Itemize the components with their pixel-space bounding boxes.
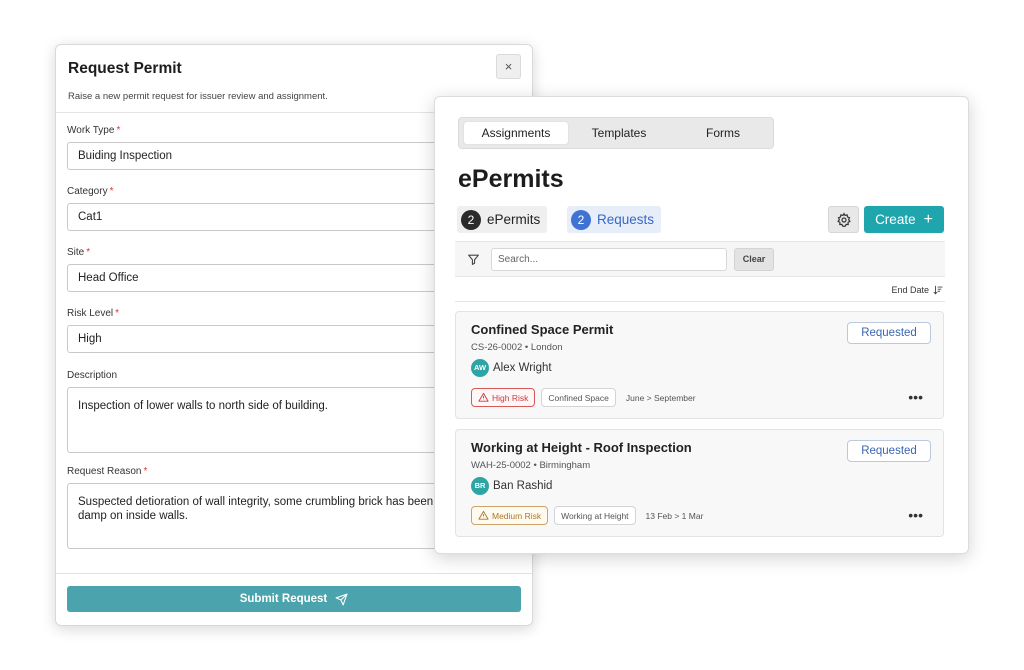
required-marker: * xyxy=(109,186,114,197)
assignee-name: Ban Rashid xyxy=(493,480,553,492)
avatar: AW xyxy=(471,359,489,377)
plus-icon: + xyxy=(923,210,933,228)
required-marker: * xyxy=(86,247,91,258)
required-marker: * xyxy=(115,308,120,319)
sort-descending-icon xyxy=(933,285,943,295)
category-tag: Confined Space xyxy=(541,388,616,407)
epermits-filter-chip[interactable]: 2 ePermits xyxy=(457,206,548,233)
risk-label: Medium Risk xyxy=(492,510,542,521)
sort-end-date-button[interactable]: End Date xyxy=(891,285,943,295)
tab-forms[interactable]: Forms xyxy=(671,122,775,144)
assignee: AW Alex Wright xyxy=(471,359,552,377)
settings-button[interactable] xyxy=(828,206,859,233)
permit-title: Working at Height - Roof Inspection xyxy=(471,440,692,455)
permit-tags: High Risk Confined Space June > Septembe… xyxy=(471,388,696,407)
tab-templates[interactable]: Templates xyxy=(567,122,671,144)
permit-card[interactable]: Working at Height - Roof Inspection WAH-… xyxy=(455,429,944,537)
search-input[interactable] xyxy=(491,248,727,271)
permit-card[interactable]: Confined Space Permit CS-26-0002 • Londo… xyxy=(455,311,944,419)
avatar: BR xyxy=(471,477,489,495)
filter-icon[interactable] xyxy=(467,253,480,266)
epermits-chip-label: ePermits xyxy=(487,212,541,227)
tab-bar: Assignments Templates Forms xyxy=(458,117,774,149)
modal-footer: Submit Request xyxy=(56,573,532,625)
category-tag: Working at Height xyxy=(554,506,636,525)
permit-reference: CS-26-0002 • London xyxy=(471,342,563,353)
page-title: ePermits xyxy=(458,165,564,193)
more-horizontal-icon: ••• xyxy=(908,507,923,523)
risk-tag: High Risk xyxy=(471,388,536,407)
gear-icon xyxy=(836,211,851,227)
create-label: Create xyxy=(875,212,916,227)
requests-filter-chip[interactable]: 2 Requests xyxy=(567,206,662,233)
permit-reference: WAH-25-0002 • Birmingham xyxy=(471,460,591,471)
assignee-name: Alex Wright xyxy=(493,362,552,374)
description-label: Description xyxy=(67,370,118,381)
request-reason-label: Request Reason * xyxy=(67,466,148,477)
site-label: Site * xyxy=(67,247,91,258)
sort-label: End Date xyxy=(891,285,929,295)
risk-level-label: Risk Level * xyxy=(67,308,120,319)
permit-tags: Medium Risk Working at Height 13 Feb > 1… xyxy=(471,506,703,525)
risk-tag: Medium Risk xyxy=(471,506,549,525)
close-button[interactable]: × xyxy=(496,54,521,79)
requests-chip-label: Requests xyxy=(597,212,655,227)
required-marker: * xyxy=(143,466,148,477)
status-badge: Requested xyxy=(847,440,931,462)
tab-assignments[interactable]: Assignments xyxy=(464,122,568,144)
required-marker: * xyxy=(116,125,121,136)
category-label: Category * xyxy=(67,186,114,197)
submit-label: Submit Request xyxy=(239,593,328,605)
date-range: 13 Feb > 1 Mar xyxy=(645,510,704,521)
more-options-button[interactable]: ••• xyxy=(908,389,923,405)
date-range: June > September xyxy=(625,392,696,403)
requests-count-badge: 2 xyxy=(571,209,591,230)
assignee: BR Ban Rashid xyxy=(471,477,552,495)
warning-triangle-icon xyxy=(478,510,489,520)
work-type-label: Work Type * xyxy=(67,125,121,136)
create-button[interactable]: Create + xyxy=(864,206,944,233)
clear-button[interactable]: Clear xyxy=(734,248,774,271)
permit-title: Confined Space Permit xyxy=(471,322,614,337)
more-horizontal-icon: ••• xyxy=(908,389,923,405)
epermits-count-badge: 2 xyxy=(461,209,481,230)
more-options-button[interactable]: ••• xyxy=(908,507,923,523)
epermits-panel: Assignments Templates Forms ePermits 2 e… xyxy=(434,96,969,554)
filter-bar: Clear xyxy=(455,241,945,277)
warning-triangle-icon xyxy=(478,392,489,402)
status-badge: Requested xyxy=(847,322,931,344)
submit-request-button[interactable]: Submit Request xyxy=(67,586,521,612)
modal-title: Request Permit xyxy=(68,60,182,77)
modal-subtitle: Raise a new permit request for issuer re… xyxy=(68,91,328,102)
risk-label: High Risk xyxy=(492,392,529,403)
close-icon: × xyxy=(504,59,513,74)
sort-bar: End Date xyxy=(455,278,945,302)
send-icon xyxy=(335,593,348,605)
